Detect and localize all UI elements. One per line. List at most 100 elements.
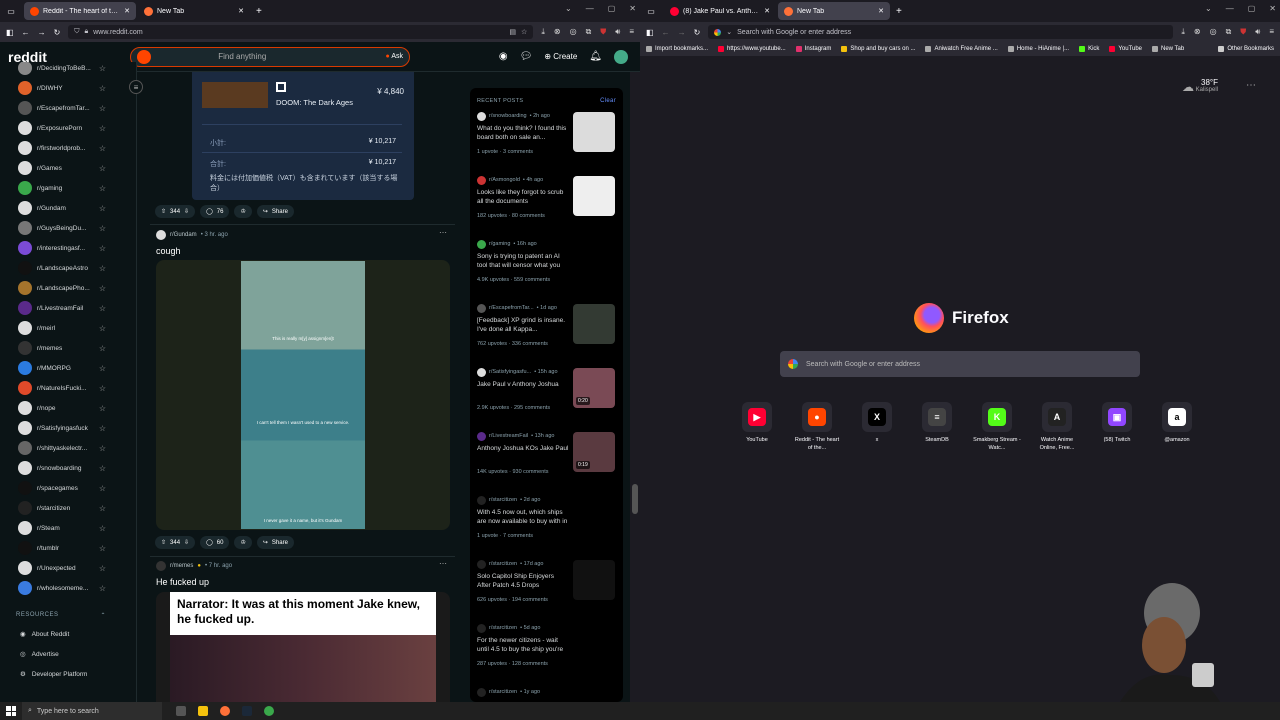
sidebar-item-community[interactable]: r/MMORPG ☆ [0,358,136,378]
favorite-star-icon[interactable]: ☆ [99,344,106,353]
bookmark-item[interactable]: Instagram [795,46,831,52]
post-image[interactable]: Narrator: It was at this moment Jake kne… [156,592,450,702]
favorite-star-icon[interactable]: ☆ [99,264,106,273]
file-explorer-icon[interactable] [198,706,208,716]
favorite-star-icon[interactable]: ☆ [99,184,106,193]
avatar[interactable] [614,49,628,64]
tab[interactable]: New Tab ✕ [778,2,890,20]
bookmark-star-icon[interactable]: ☆ [521,28,527,36]
audio-icon[interactable]: 🔊︎ [615,27,620,37]
more-options-icon[interactable]: ⋯ [439,559,447,568]
minimize-icon[interactable]: — [586,4,594,13]
award-button[interactable]: ♔ [234,536,252,549]
taskbar-search[interactable]: ⌕ Type here to search [22,702,162,720]
sidebar-item-community[interactable]: r/Gundam ☆ [0,198,136,218]
recent-post-subreddit[interactable]: r/LivestreamFail [489,433,528,439]
windows-start-icon[interactable] [6,706,16,716]
ask-button[interactable]: ● Ask [386,53,403,60]
new-tab-button[interactable]: + [896,6,902,17]
favorite-star-icon[interactable]: ☆ [99,444,106,453]
upvote-icon[interactable]: ⇧ [161,208,166,215]
favorite-star-icon[interactable]: ☆ [99,384,106,393]
recent-post[interactable]: r/LivestreamFail • 13h ago Anthony Joshua … [470,430,623,494]
weather-widget[interactable]: 38°F Kalispell [1196,78,1218,93]
tab[interactable]: New Tab ✕ [138,2,250,20]
favorite-star-icon[interactable]: ☆ [99,164,106,173]
collapse-sidebar-button[interactable]: ≡ [129,80,143,94]
shield-icon[interactable]: ⛉ [74,28,79,36]
sidebar-item-community[interactable]: r/shittyaskelectr... ☆ [0,438,136,458]
top-site-tile[interactable]: Xx [852,402,902,452]
bookmark-item[interactable]: https://www.youtube... [718,46,786,52]
top-site-tile[interactable]: K Smakberg Stream - Watc... [972,402,1022,452]
bookmark-item[interactable]: Kick [1079,46,1099,52]
favorite-star-icon[interactable]: ☆ [99,144,106,153]
recent-post[interactable]: r/starcitizen • 2d ago With 4.5 now out, w… [470,494,623,558]
favorite-star-icon[interactable]: ☆ [99,584,106,593]
post-image[interactable]: This is really m[y] assignm[en]t I can't… [156,260,450,530]
downloads-icon[interactable]: ⤓ [541,27,545,37]
sidebar-item-community[interactable]: r/EscapefromTar... ☆ [0,98,136,118]
top-site-tile[interactable]: ▶ YouTube [732,402,782,452]
sidebar-item-community[interactable]: r/Satisfyingasfuck ☆ [0,418,136,438]
receipt-image[interactable]: DOOM: The Dark Ages ¥ 4,840 小計: ¥ 10,217… [192,72,414,200]
favorite-star-icon[interactable]: ☆ [99,564,106,573]
extension-icon[interactable]: ⊗ [1194,27,1201,37]
reddit-search[interactable]: Find anything ● Ask [130,46,410,67]
ublock-icon[interactable]: ⛊ [600,27,606,37]
clear-button[interactable]: Clear [600,98,616,104]
sidebar-item-community[interactable]: r/GuysBeingDu... ☆ [0,218,136,238]
post-title[interactable]: He fucked up [156,577,209,587]
recent-post-title[interactable]: Jake Paul v Anthony Joshua [477,380,569,399]
url-bar[interactable]: ⌄ Search with Google or enter address [708,25,1174,39]
favorite-star-icon[interactable]: ☆ [99,404,106,413]
recent-post-title[interactable]: What do you think? I found this board bo… [477,124,569,143]
sidebar-toggle-icon[interactable]: ◧ [6,28,14,37]
reload-icon[interactable]: ↻ [54,28,61,37]
sidebar-icon[interactable]: ▭ [640,7,662,16]
extensions-icon[interactable]: ⧉ [1226,27,1232,37]
google-icon[interactable] [714,28,722,36]
url-bar[interactable]: ⛉ 🔒︎ www.reddit.com ▤ ☆ [68,25,534,39]
sidebar-item-community[interactable]: r/tumblr ☆ [0,538,136,558]
newtab-search-input[interactable]: Search with Google or enter address [780,351,1140,377]
steam-icon[interactable] [242,706,252,716]
xbox-icon[interactable] [264,706,274,716]
recent-post-thumbnail[interactable] [573,304,615,344]
minimize-icon[interactable]: — [1226,4,1234,13]
sidebar-item-resource[interactable]: ◎ Advertise [0,644,136,664]
top-site-tile[interactable]: A Watch Anime Online, Free... [1032,402,1082,452]
bookmark-item[interactable]: YouTube [1109,46,1142,52]
ublock-icon[interactable]: ⛊ [1240,27,1246,37]
recent-post-subreddit[interactable]: r/gaming [489,241,510,247]
advertise-icon[interactable]: ◉ [499,51,508,62]
recent-post-thumbnail[interactable] [573,560,615,600]
recent-post-subreddit[interactable]: r/starcitizen [489,689,517,695]
upvote-icon[interactable]: ⇧ [161,539,166,546]
favorite-star-icon[interactable]: ☆ [99,124,106,133]
chat-icon[interactable]: 💬︎ [520,51,533,62]
favorite-star-icon[interactable]: ☆ [99,224,106,233]
sidebar-icon[interactable]: ▭ [0,7,22,16]
recent-post[interactable]: r/starcitizen • 5d ago For the newer citiz… [470,622,623,686]
sidebar-item-community[interactable]: r/DIWHY ☆ [0,78,136,98]
sidebar-item-community[interactable]: r/wholesomeme... ☆ [0,578,136,598]
downloads-icon[interactable]: ⤓ [1181,27,1185,37]
new-tab-button[interactable]: + [256,6,262,17]
top-site-tile[interactable]: ▣ (58) Twitch [1092,402,1142,452]
recent-post-thumbnail[interactable] [573,176,615,216]
bookmark-item[interactable]: Aniwatch Free Anime ... [925,46,998,52]
recent-post-subreddit[interactable]: r/snowboarding [489,113,527,119]
favorite-star-icon[interactable]: ☆ [99,244,106,253]
bookmark-item[interactable]: Shop and buy cars on ... [841,46,915,52]
lock-icon[interactable]: 🔒︎ [85,28,89,36]
back-icon[interactable]: ← [22,28,30,37]
favorite-star-icon[interactable]: ☆ [99,504,106,513]
share-button[interactable]: ↪ Share [256,205,294,218]
favorite-star-icon[interactable]: ☆ [99,544,106,553]
audio-icon[interactable]: 🔊︎ [1255,27,1260,37]
sidebar-item-community[interactable]: r/nope ☆ [0,398,136,418]
sidebar-item-community[interactable]: r/firstworldprob... ☆ [0,138,136,158]
downvote-icon[interactable]: ⇩ [184,539,189,546]
recent-post[interactable]: r/Satisfyingasfu... • 15h ago Jake Paul v … [470,366,623,430]
